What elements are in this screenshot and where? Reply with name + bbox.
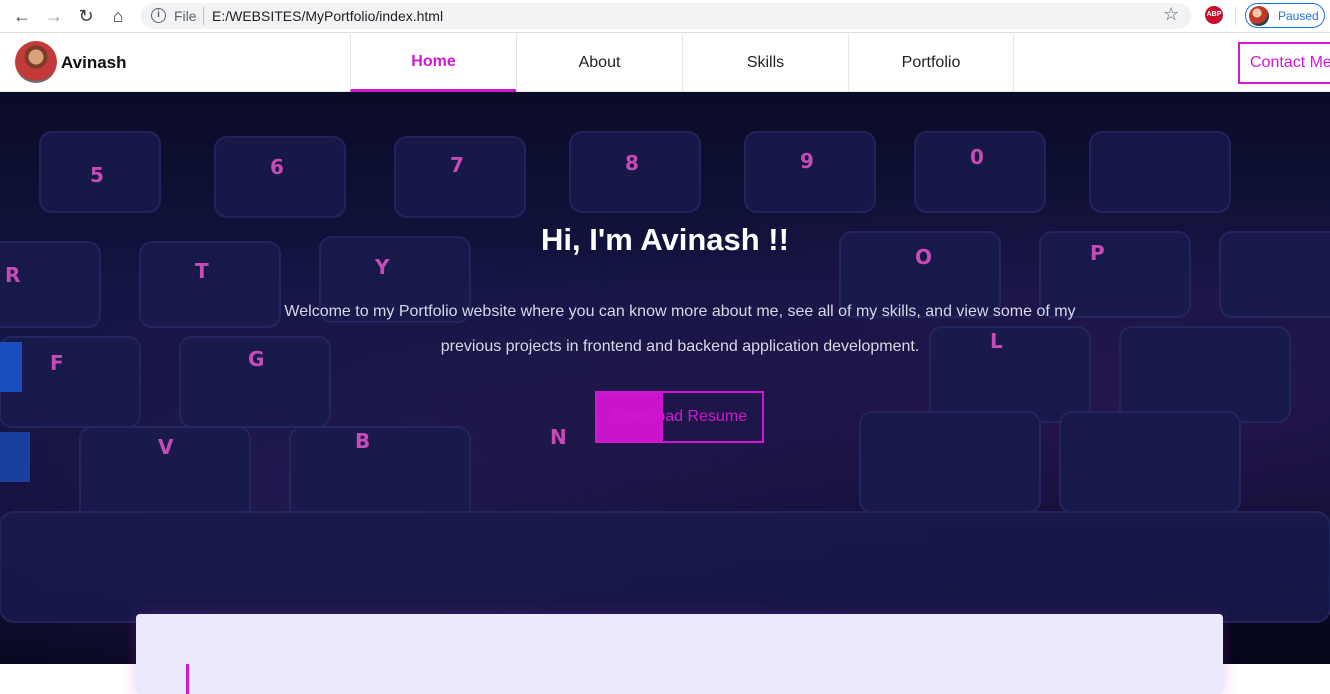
profile-status: Paused xyxy=(1278,9,1319,23)
brand-name[interactable]: Avinash xyxy=(61,53,127,73)
reload-icon[interactable]: ↻ xyxy=(74,5,98,27)
hero-overlay xyxy=(0,92,1330,664)
forward-icon[interactable]: → xyxy=(42,5,66,27)
nav-item-home[interactable]: Home xyxy=(350,34,516,92)
file-label: File xyxy=(174,8,197,24)
adblock-icon[interactable]: ABP xyxy=(1205,6,1223,24)
browser-toolbar: ← → ↻ ⌂ i File E:/WEBSITES/MyPortfolio/i… xyxy=(0,0,1330,33)
nav-menu: Home About Skills Portfolio xyxy=(350,34,1014,92)
hero-section: 567 890 RTY OP FGL VBN Hi, I'm Avinash !… xyxy=(0,92,1330,664)
nav-item-about[interactable]: About xyxy=(516,34,682,92)
contact-button[interactable]: Contact Me xyxy=(1238,42,1330,84)
toolbar-divider xyxy=(1235,7,1236,25)
hero-subtitle: Welcome to my Portfolio website where yo… xyxy=(284,303,1076,355)
back-icon[interactable]: ← xyxy=(10,5,34,27)
address-bar[interactable]: i File E:/WEBSITES/MyPortfolio/index.htm… xyxy=(141,3,1191,29)
home-icon[interactable]: ⌂ xyxy=(106,5,130,27)
about-card xyxy=(136,614,1223,694)
profile-button[interactable]: Paused xyxy=(1245,3,1325,28)
profile-avatar xyxy=(1249,6,1269,26)
avatar[interactable] xyxy=(15,41,57,83)
nav-item-skills[interactable]: Skills xyxy=(682,34,848,92)
star-icon[interactable]: ☆ xyxy=(1163,4,1179,25)
about-accent-bar xyxy=(186,664,189,694)
hero-title: Hi, I'm Avinash !! xyxy=(541,222,789,257)
url-text[interactable]: E:/WEBSITES/MyPortfolio/index.html xyxy=(212,8,443,24)
url-separator xyxy=(203,7,204,25)
site-navbar: Avinash Home About Skills Portfolio Cont… xyxy=(0,34,1330,92)
nav-item-portfolio[interactable]: Portfolio xyxy=(848,34,1014,92)
download-resume-button[interactable]: Download Resume xyxy=(595,391,764,443)
info-icon[interactable]: i xyxy=(151,8,166,23)
